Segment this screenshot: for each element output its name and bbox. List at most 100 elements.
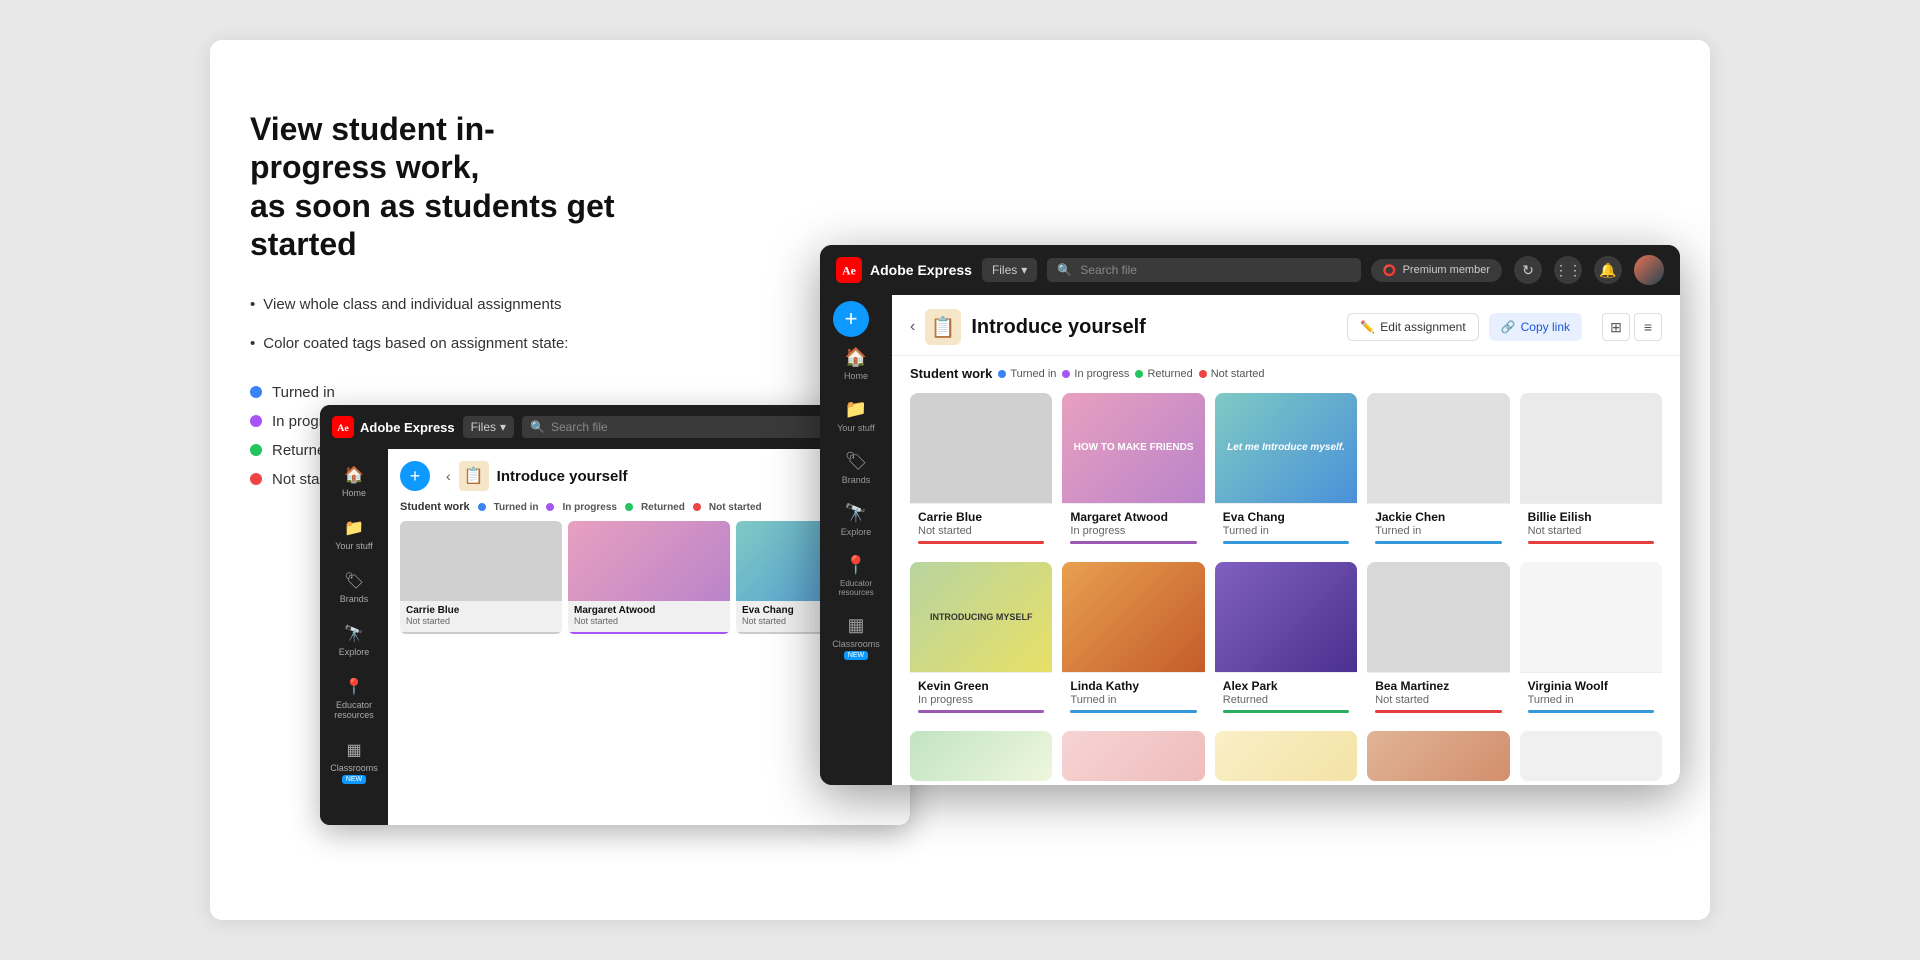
ae-body-main: + 🏠 Home 📁 Your stuff 🏷 Brands 🔭 Explore (820, 295, 1680, 785)
ae-search-main[interactable]: 🔍 Search file (1047, 258, 1361, 282)
sidebar-main-classrooms[interactable]: ▦ Classrooms NEW (824, 607, 888, 668)
bea-status: Not started (1375, 694, 1501, 706)
premium-btn[interactable]: ⭕ Premium member (1371, 259, 1502, 282)
grid-view-btn[interactable]: ⊞ (1602, 313, 1630, 341)
new-badge-main: NEW (844, 651, 868, 660)
student-card-row3-3[interactable] (1215, 731, 1357, 781)
list-view-btn[interactable]: ≡ (1634, 313, 1662, 341)
sidebar-main-yourstuff[interactable]: 📁 Your stuff (824, 391, 888, 441)
student-card-row3-5[interactable] (1520, 731, 1662, 781)
carrie-info: Carrie Blue Not started (910, 503, 1052, 552)
carrie-name: Carrie Blue (918, 510, 1044, 524)
back-btn-main[interactable]: ‹ (910, 318, 915, 336)
student-card-bea[interactable]: Bea Martinez Not started (1367, 562, 1509, 721)
student-card-linda[interactable]: Linda Kathy Turned in (1062, 562, 1204, 721)
eva-info: Eva Chang Turned in (1215, 503, 1357, 552)
ae-header-actions: ✏️ Edit assignment 🔗 Copy link ⊞ ≡ (1347, 313, 1662, 341)
plus-btn-bg[interactable]: + (400, 461, 430, 491)
refresh-btn[interactable]: ↻ (1514, 256, 1542, 284)
jackie-name: Jackie Chen (1375, 510, 1501, 524)
ae-logo-icon-bg: Ae (332, 416, 354, 438)
student-card-row3-4[interactable] (1367, 731, 1509, 781)
ae-logo-main: Ae Adobe Express (836, 257, 972, 283)
student-card-alex[interactable]: Alex Park Returned (1215, 562, 1357, 721)
students-grid-row1: Carrie Blue Not started HOW TO MAKE FRIE… (910, 393, 1662, 552)
edit-icon: ✏️ (1360, 320, 1375, 334)
linda-status-bar (1070, 710, 1196, 713)
returned-dot (250, 444, 262, 456)
sidebar-bg-classrooms[interactable]: ▦ Classrooms NEW (324, 732, 384, 792)
ae-main-content: ‹ 📋 Introduce yourself ✏️ Edit assignmen… (892, 295, 1680, 785)
student-card-margaret-bg[interactable]: Margaret Atwood Not started (568, 521, 730, 634)
billie-info: Billie Eilish Not started (1520, 503, 1662, 552)
eva-status-bar (1223, 541, 1349, 544)
in-progress-dot (250, 415, 262, 427)
eva-status: Turned in (1223, 525, 1349, 537)
copy-link-btn[interactable]: 🔗 Copy link (1489, 313, 1582, 341)
educator-icon-main: 📍 (845, 555, 867, 576)
student-card-carrie[interactable]: Carrie Blue Not started (910, 393, 1052, 552)
billie-status-bar (1528, 541, 1654, 544)
sidebar-bg-yourstuff[interactable]: 📁 Your stuff (324, 510, 384, 559)
row3-thumb-3 (1215, 731, 1357, 781)
user-avatar[interactable] (1634, 255, 1664, 285)
student-card-eva[interactable]: Let me Introduce myself. Eva Chang Turne… (1215, 393, 1357, 552)
status-in-progress: In progress (1062, 368, 1129, 380)
search-icon-bg: 🔍 (530, 420, 545, 434)
student-card-margaret[interactable]: HOW TO MAKE FRIENDS Margaret Atwood In p… (1062, 393, 1204, 552)
student-card-kevin[interactable]: INTRODUCING MYSELF Kevin Green In progre… (910, 562, 1052, 721)
sidebar-main-home[interactable]: 🏠 Home (824, 339, 888, 389)
dot-returned-bg (625, 503, 633, 511)
ae-window-main: Ae Adobe Express Files ▾ 🔍 Search file ⭕… (820, 245, 1680, 785)
student-card-carrie-bg[interactable]: Carrie Blue Not started (400, 521, 562, 634)
premium-icon: ⭕ (1383, 264, 1397, 277)
folder-icon-bg: 📁 (344, 518, 364, 538)
classrooms-icon-bg: ▦ (344, 740, 364, 760)
turned-in-text: Turned in (1010, 368, 1056, 380)
student-card-virginia[interactable]: Virginia Woolf Turned in (1520, 562, 1662, 721)
ae-files-dropdown-bg[interactable]: Files ▾ (463, 416, 514, 438)
link-icon: 🔗 (1501, 320, 1516, 334)
bell-btn[interactable]: 🔔 (1594, 256, 1622, 284)
sidebar-main-educator[interactable]: 📍 Educator resources (824, 547, 888, 605)
students-grid-row3 (910, 731, 1662, 781)
view-toggle: ⊞ ≡ (1602, 313, 1662, 341)
bea-status-bar (1375, 710, 1501, 713)
sidebar-bg-brands[interactable]: 🏷 Brands (324, 563, 384, 612)
alex-info: Alex Park Returned (1215, 672, 1357, 721)
eva-thumb: Let me Introduce myself. (1215, 393, 1357, 503)
sidebar-bg-educator[interactable]: 📍 Educator resources (324, 669, 384, 728)
carrie-info-bg: Carrie Blue Not started (400, 601, 562, 634)
carrie-thumb (910, 393, 1052, 503)
student-card-row3-2[interactable] (1062, 731, 1204, 781)
plus-btn-main[interactable]: + (833, 301, 869, 337)
turned-in-label: Turned in (272, 384, 335, 401)
edit-assignment-btn[interactable]: ✏️ Edit assignment (1347, 313, 1478, 341)
sidebar-bg-explore[interactable]: 🔭 Explore (324, 616, 384, 665)
legend-turned-in: Turned in (250, 384, 630, 401)
sidebar-main-explore[interactable]: 🔭 Explore (824, 495, 888, 545)
sidebar-main-brands[interactable]: 🏷 Brands (824, 443, 888, 493)
bea-thumb (1367, 562, 1509, 672)
linda-name: Linda Kathy (1070, 679, 1196, 693)
margaret-thumb: HOW TO MAKE FRIENDS (1062, 393, 1204, 503)
apps-btn[interactable]: ⋮⋮ (1554, 256, 1582, 284)
returned-text: Returned (1147, 368, 1192, 380)
bullet-item-2: Color coated tags based on assignment st… (250, 333, 630, 354)
virginia-status-bar (1528, 710, 1654, 713)
dot-in-progress-bg (546, 503, 554, 511)
virginia-info: Virginia Woolf Turned in (1520, 672, 1662, 721)
student-work-label: Student work (910, 366, 992, 381)
status-turned-in: Turned in (998, 368, 1056, 380)
student-card-billie[interactable]: Billie Eilish Not started (1520, 393, 1662, 552)
dot-not-started-bg (693, 503, 701, 511)
status-not-started: Not started (1199, 368, 1265, 380)
student-card-jackie[interactable]: Jackie Chen Turned in (1367, 393, 1509, 552)
margaret-info: Margaret Atwood In progress (1062, 503, 1204, 552)
back-btn-bg[interactable]: ‹ (446, 468, 451, 484)
margaret-status: In progress (1070, 525, 1196, 537)
sidebar-bg-home[interactable]: 🏠 Home (324, 457, 384, 506)
educator-icon-bg: 📍 (344, 677, 364, 697)
student-card-row3-1[interactable] (910, 731, 1052, 781)
ae-files-dropdown-main[interactable]: Files ▾ (982, 258, 1037, 282)
